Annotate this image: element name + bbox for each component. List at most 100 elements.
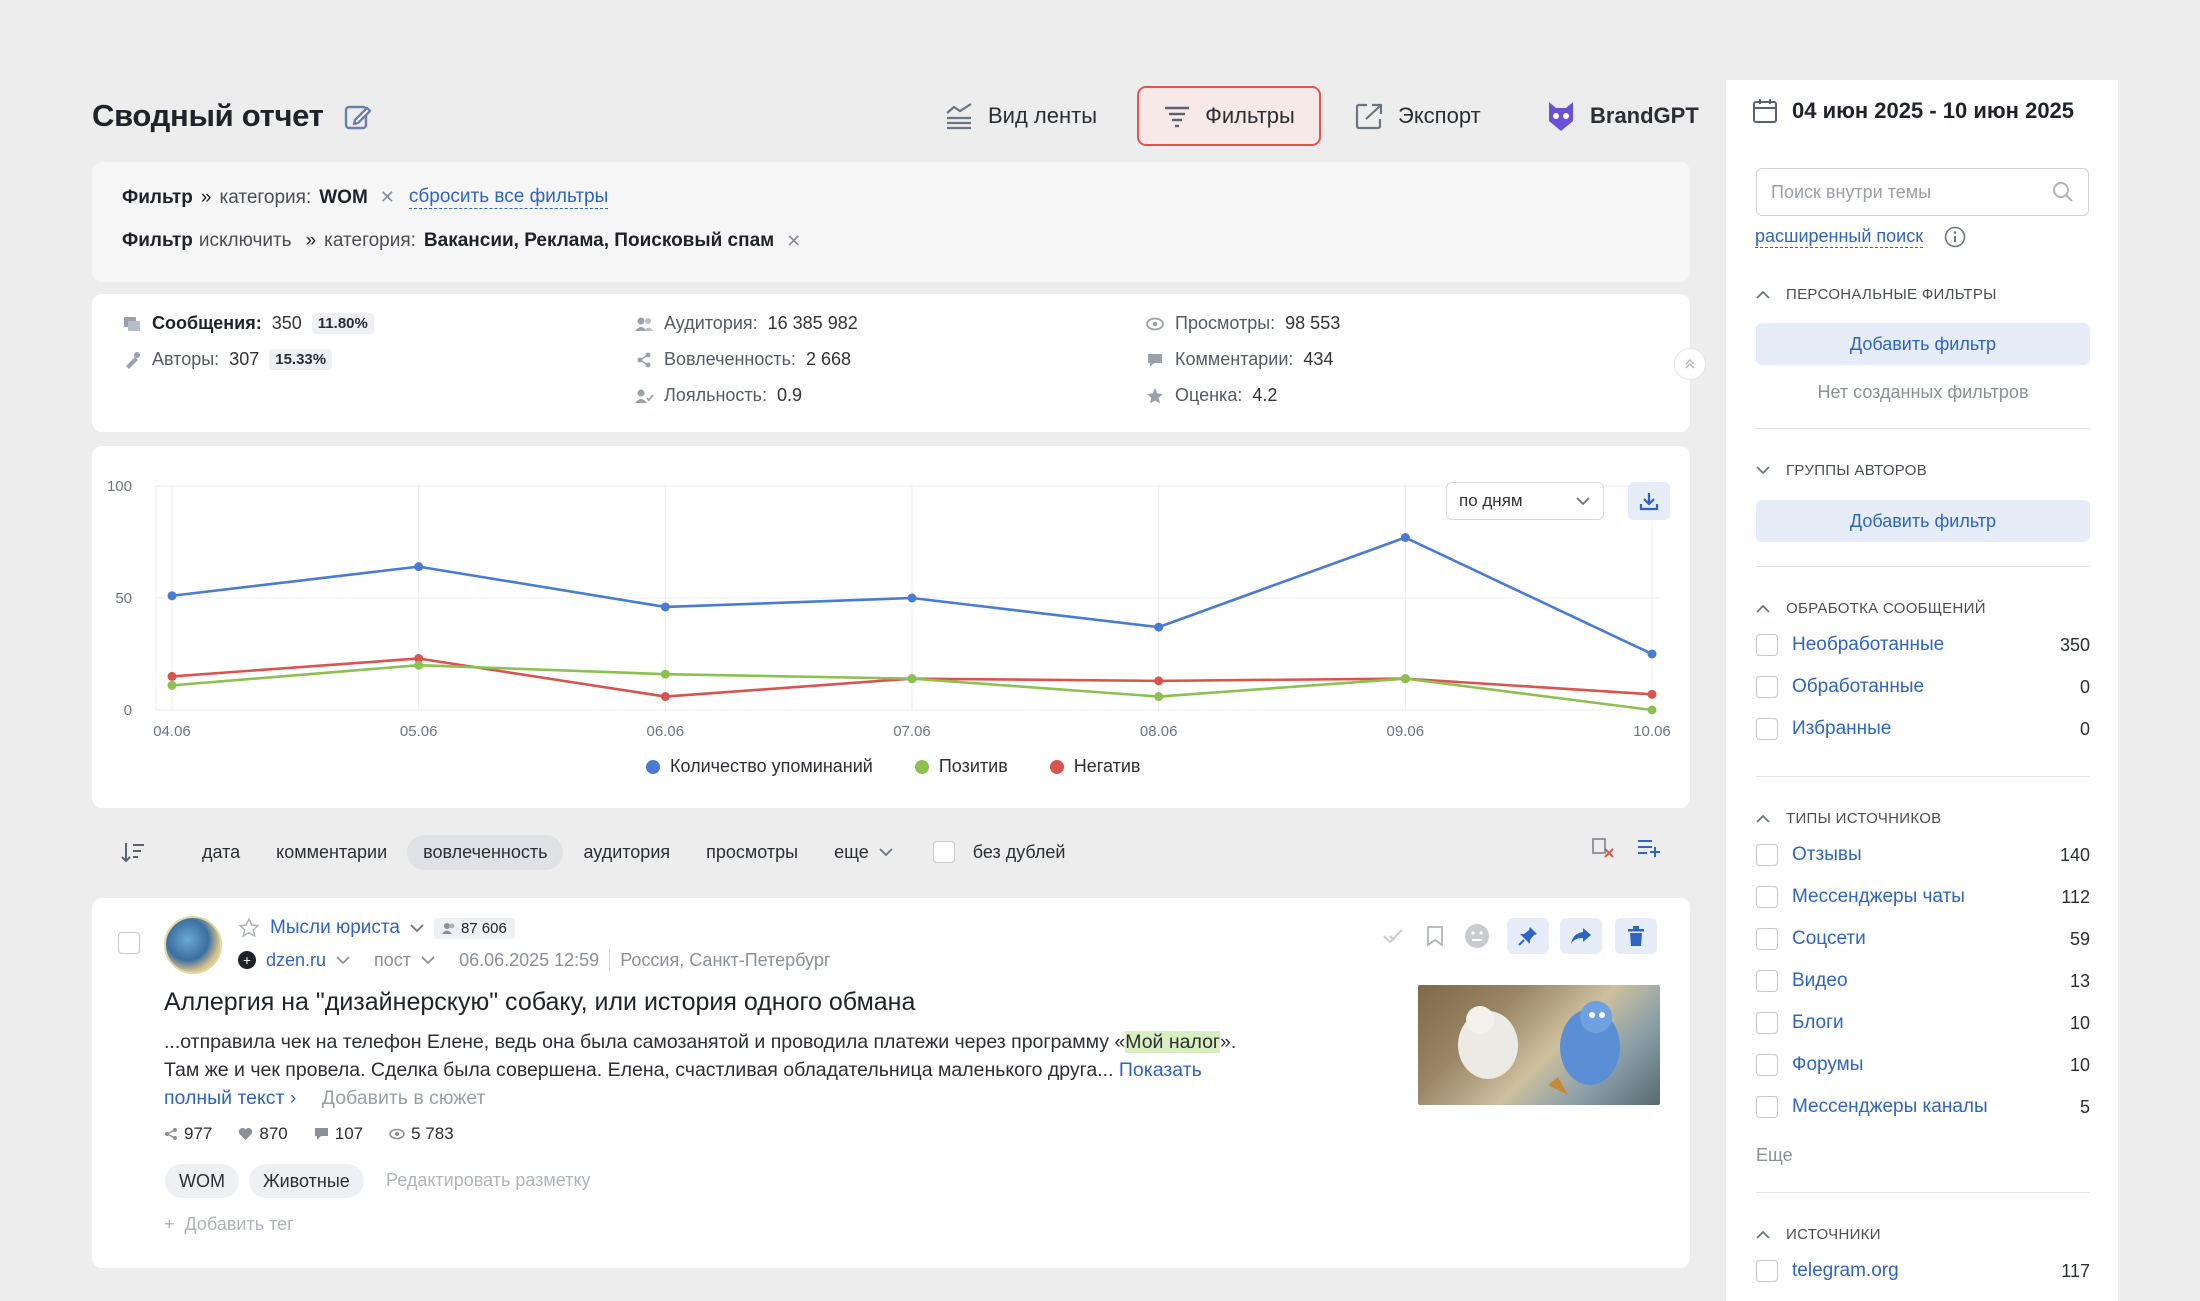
chevron-down-icon[interactable]	[410, 923, 424, 933]
active-filters-panel: Фильтр » категория: WOM ✕ сбросить все ф…	[92, 162, 1690, 282]
filter-sep: »	[305, 230, 317, 251]
export-button[interactable]: Экспорт	[1354, 86, 1481, 146]
data-point	[414, 660, 424, 670]
post-image-thumbnail[interactable]	[1418, 985, 1660, 1105]
author-audience-badge: 87 606	[433, 917, 515, 939]
option-count: 0	[2079, 718, 2090, 739]
sort-by-engagement[interactable]: вовлеченность	[407, 834, 564, 870]
download-chart-button[interactable]	[1628, 482, 1670, 520]
info-icon[interactable]	[1944, 226, 1966, 253]
chevron-down-icon[interactable]	[421, 955, 435, 965]
source-type-messenger-channels[interactable]: Мессенджеры каналы 5	[1756, 1096, 2090, 1118]
checkbox[interactable]	[1756, 844, 1778, 866]
filter-category-label: категория:	[219, 186, 312, 208]
personal-filters-header[interactable]: ПЕРСОНАЛЬНЫЕ ФИЛЬТРЫ	[1756, 286, 1997, 303]
author-groups-header[interactable]: ГРУППЫ АВТОРОВ	[1756, 462, 1927, 479]
filters-button[interactable]: Фильтры	[1137, 86, 1321, 146]
add-to-list-icon[interactable]	[1636, 836, 1662, 865]
checkbox[interactable]	[1756, 1096, 1778, 1118]
collapse-stats-button[interactable]	[1674, 348, 1706, 380]
add-to-plot-link[interactable]: Добавить в сюжет	[322, 1087, 486, 1109]
option-label: Избранные	[1792, 718, 1892, 739]
sort-by-date[interactable]: дата	[186, 835, 256, 870]
processing-favorites[interactable]: Избранные 0	[1756, 718, 2090, 740]
post-select-checkbox[interactable]	[118, 932, 140, 954]
data-point	[1400, 674, 1410, 684]
checkbox[interactable]	[1756, 1260, 1778, 1282]
clear-selection-icon[interactable]	[1590, 836, 1616, 865]
source-type-forums[interactable]: Форумы 10	[1756, 1054, 2090, 1076]
legend-item[interactable]: Негатив	[1049, 756, 1140, 777]
feed-view-button[interactable]: Вид ленты	[944, 86, 1097, 146]
chevron-down-icon[interactable]	[336, 955, 350, 965]
processing-processed[interactable]: Обработанные 0	[1756, 676, 2090, 698]
checkbox[interactable]	[1756, 970, 1778, 992]
add-tag-button[interactable]: + Добавить тег	[164, 1214, 294, 1235]
sentiment-neutral-icon[interactable]	[1456, 918, 1498, 954]
sources-header[interactable]: ИСТОЧНИКИ	[1756, 1226, 1881, 1243]
sort-by-views[interactable]: просмотры	[690, 835, 814, 870]
delete-icon[interactable]	[1615, 918, 1657, 954]
sort-by-comments[interactable]: комментарии	[260, 835, 403, 870]
sort-more-dropdown[interactable]: еще	[818, 835, 909, 870]
author-name-link[interactable]: Мысли юриста	[270, 917, 400, 939]
tag-animals[interactable]: Животные	[249, 1164, 364, 1198]
period-select-value: по дням	[1459, 491, 1523, 510]
no-duplicates-checkbox[interactable]	[932, 841, 955, 863]
date-range-picker[interactable]: 04 июн 2025 - 10 июн 2025	[1752, 98, 2074, 124]
checkbox[interactable]	[1756, 718, 1778, 740]
source-type-video[interactable]: Видео 13	[1756, 970, 2090, 992]
period-select[interactable]: по дням	[1446, 482, 1604, 520]
data-point	[414, 562, 424, 572]
checkbox[interactable]	[1756, 886, 1778, 908]
source-type-social[interactable]: Соцсети 59	[1756, 928, 2090, 950]
stat-loyalty: Лояльность: 0.9	[634, 385, 802, 406]
legend-item[interactable]: Позитив	[914, 756, 1008, 777]
brandgpt-button[interactable]: BrandGPT	[1546, 86, 1699, 146]
favorite-star-icon[interactable]	[238, 917, 260, 939]
source-type-messenger-chats[interactable]: Мессенджеры чаты 112	[1756, 886, 2090, 908]
add-author-group-button[interactable]: Добавить фильтр	[1756, 500, 2090, 542]
post-title[interactable]: Аллергия на "дизайнерскую" собаку, или и…	[164, 988, 915, 1017]
reset-all-filters-link[interactable]: сбросить все фильтры	[408, 186, 609, 209]
exclude-filter-row: Фильтр исключить » категория: Вакансии, …	[122, 230, 801, 252]
legend-item[interactable]: Количество упоминаний	[646, 756, 873, 777]
option-label: Соцсети	[1792, 928, 1866, 949]
edit-markup-link[interactable]: Редактировать разметку	[386, 1170, 591, 1191]
legend-label: Позитив	[938, 756, 1008, 776]
author-avatar[interactable]	[164, 916, 222, 974]
processing-header[interactable]: ОБРАБОТКА СООБЩЕНИЙ	[1756, 600, 1986, 617]
sort-order-icon[interactable]	[120, 840, 146, 864]
checkbox[interactable]	[1756, 1054, 1778, 1076]
source-link[interactable]: dzen.ru	[266, 950, 326, 971]
add-personal-filter-button[interactable]: Добавить фильтр	[1756, 323, 2090, 365]
source-type-reviews[interactable]: Отзывы 140	[1756, 844, 2090, 866]
processing-unprocessed[interactable]: Необработанные 350	[1756, 634, 2090, 656]
post-type[interactable]: пост	[374, 950, 411, 971]
sort-by-audience[interactable]: аудитория	[567, 835, 686, 870]
divider	[1756, 1192, 2090, 1193]
topic-search-input[interactable]: Поиск внутри темы	[1756, 168, 2089, 216]
pin-icon[interactable]	[1507, 918, 1549, 954]
checkbox[interactable]	[1756, 676, 1778, 698]
checkbox[interactable]	[1756, 928, 1778, 950]
mark-processed-icon[interactable]	[1372, 918, 1414, 954]
remove-filter-icon[interactable]: ✕	[380, 187, 395, 208]
source-types-more-link[interactable]: Еще	[1756, 1145, 1793, 1166]
remove-filter-icon[interactable]: ✕	[786, 231, 801, 252]
advanced-search-link[interactable]: расширенный поиск	[1755, 226, 1924, 248]
x-tick-label: 06.06	[647, 723, 685, 740]
source-telegram[interactable]: telegram.org 117	[1756, 1260, 2090, 1282]
forward-icon[interactable]	[1560, 918, 1602, 954]
source-type-blogs[interactable]: Блоги 10	[1756, 1012, 2090, 1034]
tag-wom[interactable]: WOM	[165, 1164, 239, 1198]
data-point	[660, 602, 670, 612]
checkbox[interactable]	[1756, 634, 1778, 656]
checkbox[interactable]	[1756, 1012, 1778, 1034]
option-count: 59	[2069, 928, 2090, 949]
bookmark-icon[interactable]	[1414, 918, 1456, 954]
section-title: ПЕРСОНАЛЬНЫЕ ФИЛЬТРЫ	[1786, 286, 1997, 303]
source-types-header[interactable]: ТИПЫ ИСТОЧНИКОВ	[1756, 810, 1941, 827]
edit-title-icon[interactable]	[343, 102, 373, 132]
dzen-icon: +	[238, 951, 256, 969]
